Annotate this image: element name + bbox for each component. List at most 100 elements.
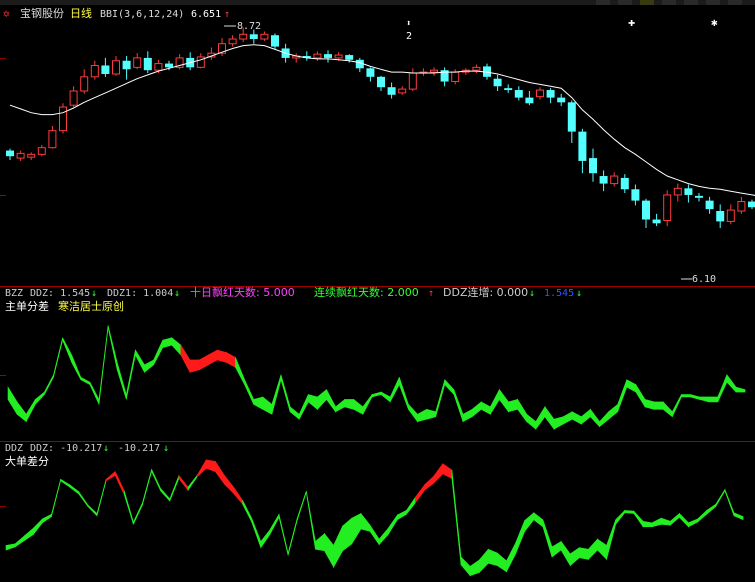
candle-body [578, 131, 587, 161]
ddz-area-segment-56 [517, 398, 528, 423]
candle-34 [366, 67, 375, 82]
ddz-area-segment-57 [526, 413, 537, 430]
candle-body [663, 194, 672, 221]
ddz-area-segment-65 [599, 411, 609, 428]
candle-30 [324, 50, 332, 63]
ddz-area-segment-30 [280, 374, 291, 412]
candle-6 [69, 86, 78, 108]
big-area-segment-73 [669, 512, 680, 526]
ddz-area-segment-38 [353, 398, 364, 415]
ddz-area-segment-32 [298, 394, 309, 420]
big-area-segment-10 [96, 479, 107, 516]
big-area-segment-12 [114, 471, 125, 495]
candle-body [472, 66, 481, 71]
candle-body [726, 209, 735, 222]
ddz-area-segment-24 [226, 352, 236, 368]
chart-window: ✡ 宝钢股份 日线 BBI(3,6,12,24) 6.651 ↑ 8.72 2 … [0, 0, 755, 582]
ddz-area-segment-74 [681, 394, 691, 398]
big-area-segment-57 [524, 512, 535, 533]
big-area-segment-17 [160, 487, 171, 502]
candle-body [451, 71, 460, 83]
ddz1-value-3: -10.217 [118, 443, 160, 454]
ddz-area-segment-15 [144, 359, 154, 373]
big-area-segment-39 [360, 512, 371, 532]
ddz-last-arrow: ↓ [576, 288, 582, 299]
toolbar-button-1 [596, 0, 610, 5]
candle-49 [525, 90, 534, 106]
candle-body [610, 175, 619, 185]
ddz-area-segment-62 [571, 411, 582, 425]
candle-57 [610, 172, 619, 187]
big-area-segment-38 [351, 513, 362, 545]
big-area-segment-7 [69, 484, 80, 495]
ddz-area-segment-1 [16, 401, 27, 423]
candle-35 [377, 75, 385, 91]
big-area-segment-27 [251, 518, 262, 548]
ddz-area-segment-77 [708, 396, 719, 403]
big-area-segment-43 [396, 509, 407, 521]
candle-body [228, 38, 237, 45]
candle-51 [546, 88, 555, 104]
ddz-area-segment-71 [653, 401, 664, 410]
toolbar-button-3 [640, 0, 654, 5]
candle-body [122, 60, 131, 70]
big-area-segment-76 [697, 509, 708, 523]
indicator-value: 6.651 [191, 9, 221, 20]
big-area-segment-9 [87, 504, 98, 517]
big-area-segment-5 [51, 479, 61, 517]
period-label: 日线 [70, 6, 92, 20]
toolbar-icons[interactable] [596, 0, 742, 5]
ddz-value: DDZ: 1.545 [30, 288, 90, 299]
ddz-area-segment-72 [662, 401, 673, 418]
big-area-segment-11 [105, 470, 116, 482]
candlestick-series [6, 27, 755, 229]
candle-body [313, 53, 322, 59]
arrow-marker-1: ⬍ [406, 19, 411, 29]
big-area-segment-1 [14, 535, 25, 548]
ddz-area-segment-11 [107, 325, 118, 370]
ddz-area-segment-75 [690, 394, 700, 400]
candle-body [705, 200, 714, 210]
ddz-area-segment-27 [253, 396, 264, 410]
candle-54 [578, 128, 587, 174]
big-area-segment-53 [487, 548, 498, 566]
candle-body [514, 90, 523, 98]
candle-body [48, 130, 57, 149]
ddz-area-segment-51 [471, 401, 482, 418]
big-area-segment-42 [387, 514, 398, 536]
candle-50 [536, 87, 544, 100]
big-area-segment-50 [460, 556, 471, 577]
candle-body [260, 33, 269, 40]
candle-25 [271, 33, 279, 50]
big-area-segment-59 [542, 519, 553, 558]
candle-body [16, 152, 25, 159]
ddz-area-segment-47 [435, 379, 446, 417]
candle-38 [408, 68, 417, 91]
candle-body [80, 76, 89, 92]
candle-body [536, 89, 544, 98]
candle-body [165, 63, 173, 68]
ddz-area-segment-17 [162, 337, 173, 349]
ddz-area-segment-2 [25, 398, 36, 422]
candle-55 [589, 148, 597, 182]
big-area-segment-8 [78, 490, 89, 508]
candle-24 [260, 31, 269, 41]
big-area-segment-66 [606, 519, 617, 560]
high-price-label: 8.72 [237, 21, 261, 32]
candle-12 [133, 53, 142, 70]
candle-body [377, 76, 385, 88]
price-annotations: 8.72 2 ⬍ ✚ ✱ 6.10 [224, 15, 718, 285]
candle-2 [27, 152, 36, 160]
chart-canvas[interactable]: ✡ 宝钢股份 日线 BBI(3,6,12,24) 6.651 ↑ 8.72 2 … [0, 0, 755, 582]
ddz-value-3: DDZ: -10.217 [30, 443, 102, 454]
candle-5 [59, 103, 67, 134]
big-area-segment-25 [233, 486, 243, 506]
ddz-area-segment-70 [644, 399, 655, 410]
ddz-arrow: ↓ [91, 288, 97, 299]
ddz-area-segment-54 [499, 388, 509, 413]
indicator-arrow: ↑ [224, 9, 230, 20]
candle-48 [514, 86, 523, 101]
marker-count-label: 2 [406, 31, 412, 42]
big-area-segment-45 [415, 483, 425, 504]
candle-body [589, 158, 597, 174]
